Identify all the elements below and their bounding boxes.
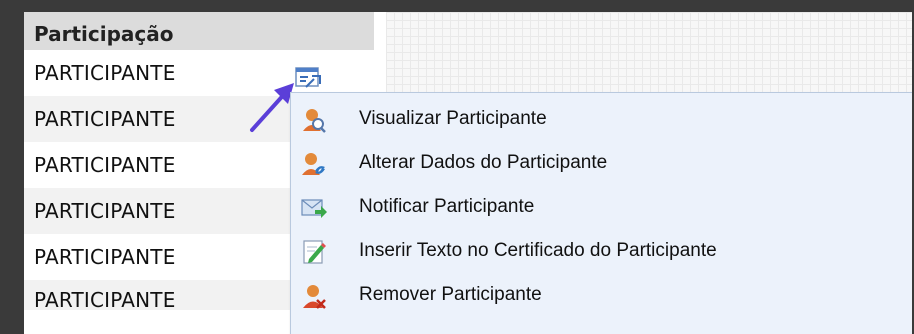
menu-item-label: Visualizar Participante — [359, 108, 547, 129]
menu-item-remover-participante[interactable]: Remover Participante — [291, 273, 912, 317]
context-menu: Visualizar Participante Alterar Dados do… — [290, 92, 912, 334]
menu-item-visualizar-participante[interactable]: Visualizar Participante — [291, 97, 912, 141]
user-edit-icon — [301, 150, 327, 176]
user-search-icon — [301, 106, 327, 133]
document-edit-icon — [301, 238, 327, 264]
menu-item-alterar-dados[interactable]: Alterar Dados do Participante — [291, 141, 912, 185]
screenshot-frame: Participação PARTICIPANTE PARTICIPANTE P… — [12, 12, 912, 334]
column-header-participacao: Participação — [24, 12, 374, 50]
menu-item-label: Inserir Texto no Certificado do Particip… — [359, 240, 717, 261]
mail-forward-icon — [301, 194, 327, 220]
user-remove-icon — [301, 282, 327, 309]
menu-item-label: Alterar Dados do Participante — [359, 152, 608, 173]
menu-item-notificar-participante[interactable]: Notificar Participante — [291, 185, 912, 229]
menu-item-inserir-texto-certificado[interactable]: Inserir Texto no Certificado do Particip… — [291, 229, 912, 273]
window-border — [12, 12, 24, 334]
menu-item-label: Notificar Participante — [359, 196, 535, 217]
menu-item-label: Remover Participante — [359, 284, 542, 305]
